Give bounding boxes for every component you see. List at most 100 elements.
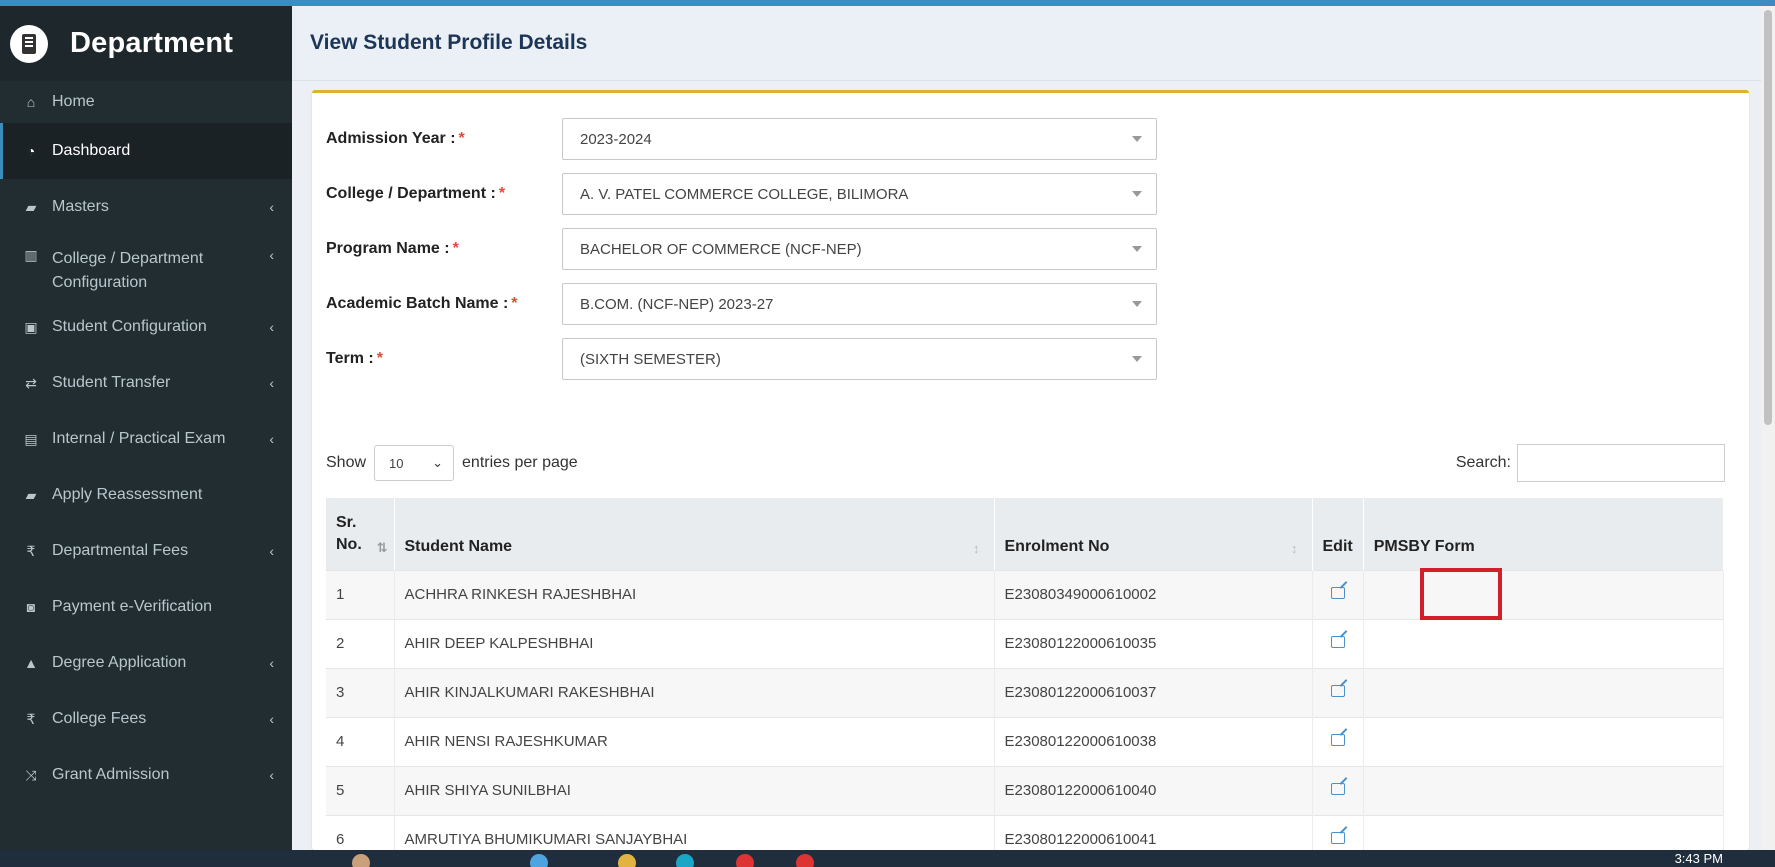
app-icon[interactable] xyxy=(736,854,754,867)
table-search: Search: xyxy=(1456,444,1725,482)
app-icon[interactable] xyxy=(530,854,548,867)
money-icon: ◙ xyxy=(26,599,36,615)
caret-down-icon xyxy=(1132,191,1142,197)
chevron-left-icon: ‹ xyxy=(269,543,274,559)
graduation-cap-icon: ▲ xyxy=(24,655,38,671)
program-name-select[interactable]: BACHELOR OF COMMERCE (NCF-NEP) xyxy=(562,228,1157,270)
edit-icon[interactable] xyxy=(1330,734,1345,746)
cell-pmsby-form xyxy=(1363,618,1725,668)
page-length-select[interactable]: 10 ⌄ xyxy=(374,445,455,481)
cell-enrolment-no: E23080122000610040 xyxy=(994,765,1313,815)
cell-edit xyxy=(1312,618,1364,668)
academic-batch-select[interactable]: B.COM. (NCF-NEP) 2023-27 xyxy=(562,283,1157,325)
edit-icon[interactable] xyxy=(1330,587,1345,599)
term-select[interactable]: (SIXTH SEMESTER) xyxy=(562,338,1157,380)
entries-label: entries per page xyxy=(462,454,578,471)
sidebar-item-grant-admission[interactable]: ⤨ Grant Admission ‹ xyxy=(0,747,292,803)
sidebar-item-label: Student Configuration xyxy=(52,318,207,335)
sidebar-item-label: Payment e-Verification xyxy=(52,598,213,615)
brand[interactable]: Department xyxy=(0,6,292,81)
search-input[interactable] xyxy=(1517,444,1725,482)
page-title: View Student Profile Details xyxy=(310,31,588,54)
chevron-down-icon: ⌄ xyxy=(432,455,444,470)
sidebar-item-college-fees[interactable]: ₹ College Fees ‹ xyxy=(0,691,292,747)
column-header-student-name[interactable]: Student Name ↕ xyxy=(394,498,995,570)
building-logo-icon xyxy=(10,24,48,63)
random-icon: ⤨ xyxy=(25,766,37,783)
user-avatar-icon[interactable] xyxy=(352,854,370,867)
cell-student-name: AHIR NENSI RAJESHKUMAR xyxy=(394,716,995,766)
sidebar-item-dashboard[interactable]: ◔ Dashboard xyxy=(0,123,292,179)
home-icon: ⌂ xyxy=(26,94,36,110)
sidebar-item-payment-e-verification[interactable]: ◙ Payment e-Verification xyxy=(0,579,292,635)
sidebar-item-home[interactable]: ⌂ Home xyxy=(0,81,292,123)
table-row: 1 ACHHRA RINKESH RAJESHBHAI E2308034900061… xyxy=(326,569,1725,619)
admission-year-row: Admission Year : * 2023-2024 xyxy=(326,118,1157,160)
edit-icon[interactable] xyxy=(1330,636,1345,648)
sidebar-item-degree-application[interactable]: ▲ Degree Application ‹ xyxy=(0,635,292,691)
cell-sr-no: 3 xyxy=(326,667,395,717)
column-header-sr-no[interactable]: Sr. No. ⇅ xyxy=(326,498,395,570)
edit-highlight-box xyxy=(1420,568,1502,620)
folder-icon[interactable] xyxy=(618,854,636,867)
table-row: 4 AHIR NENSI RAJESHKUMAR E2308012200061003… xyxy=(326,716,1725,766)
sidebar-item-departmental-fees[interactable]: ₹ Departmental Fees ‹ xyxy=(0,523,292,579)
cell-edit xyxy=(1312,765,1364,815)
cell-enrolment-no: E23080349000610002 xyxy=(994,569,1313,619)
edit-icon[interactable] xyxy=(1330,832,1345,845)
chevron-left-icon: ‹ xyxy=(269,247,274,263)
sidebar-item-label: Student Transfer xyxy=(52,374,171,391)
chevron-left-icon: ‹ xyxy=(269,655,274,671)
chevron-left-icon: ‹ xyxy=(269,319,274,335)
edit-icon[interactable] xyxy=(1330,685,1345,697)
chevron-left-icon: ‹ xyxy=(269,375,274,391)
sidebar-item-masters[interactable]: ▰ Masters ‹ xyxy=(0,179,292,235)
book-icon: ▰ xyxy=(25,486,37,503)
admission-year-select[interactable]: 2023-2024 xyxy=(562,118,1157,160)
academic-batch-row: Academic Batch Name : * B.COM. (NCF-NEP) … xyxy=(326,283,1157,325)
app-icon[interactable] xyxy=(676,854,694,867)
table-row: 5 AHIR SHIYA SUNILBHAI E23080122000610040 xyxy=(326,765,1725,815)
sort-asc-icon: ⇅ xyxy=(376,539,388,555)
sidebar-item-college-department-configuration[interactable]: ▥ College / Department Configuration ‹ xyxy=(0,235,292,299)
book-icon: ▰ xyxy=(25,198,37,215)
cell-enrolment-no: E23080122000610038 xyxy=(994,716,1313,766)
app-icon[interactable] xyxy=(796,854,814,867)
sidebar-item-apply-reassessment[interactable]: ▰ Apply Reassessment xyxy=(0,467,292,523)
column-header-enrolment-no[interactable]: Enrolment No ↕ xyxy=(994,498,1313,570)
cell-student-name: AHIR KINJALKUMARI RAKESHBHAI xyxy=(394,667,995,717)
table-row: 3 AHIR KINJALKUMARI RAKESHBHAI E2308012200… xyxy=(326,667,1725,717)
sidebar-item-student-configuration[interactable]: ▣ Student Configuration ‹ xyxy=(0,299,292,355)
sidebar-item-internal-practical-exam[interactable]: ▤ Internal / Practical Exam ‹ xyxy=(0,411,292,467)
sidebar-item-student-transfer[interactable]: ⇄ Student Transfer ‹ xyxy=(0,355,292,411)
page-scrollbar[interactable] xyxy=(1761,6,1775,850)
brand-title: Department xyxy=(70,27,234,59)
column-header-pmsby-form: PMSBY Form xyxy=(1363,498,1725,570)
scrollbar-thumb[interactable] xyxy=(1764,10,1772,425)
table-body: 1 ACHHRA RINKESH RAJESHBHAI E2308034900061… xyxy=(326,569,1725,864)
sidebar-item-label: College / Department Configuration xyxy=(52,250,204,291)
chevron-left-icon: ‹ xyxy=(269,711,274,727)
chevron-left-icon: ‹ xyxy=(269,431,274,447)
id-card-icon: ▣ xyxy=(24,318,38,335)
sidebar-item-label: Masters xyxy=(52,198,109,215)
program-name-label: Program Name : * xyxy=(326,240,459,257)
college-department-select[interactable]: A. V. PATEL COMMERCE COLLEGE, BILIMORA xyxy=(562,173,1157,215)
chevron-left-icon: ‹ xyxy=(269,199,274,215)
academic-batch-label: Academic Batch Name : * xyxy=(326,295,518,312)
sort-icon: ↕ xyxy=(973,540,980,556)
cell-sr-no: 2 xyxy=(326,618,395,668)
student-table: Sr. No. ⇅ Student Name ↕ Enrolment No ↕ Edi… xyxy=(326,498,1725,864)
chevron-left-icon: ‹ xyxy=(269,767,274,783)
page-header: View Student Profile Details xyxy=(292,6,1775,81)
sidebar-item-label: Apply Reassessment xyxy=(52,486,203,503)
dashboard-icon: ◔ xyxy=(26,143,36,159)
admission-year-label: Admission Year : * xyxy=(326,130,465,147)
sidebar-item-label: Degree Application xyxy=(52,654,187,671)
cell-pmsby-form xyxy=(1363,716,1725,766)
program-name-row: Program Name : * BACHELOR OF COMMERCE (NC… xyxy=(326,228,1157,270)
os-taskbar: 3:43 PM xyxy=(0,850,1775,867)
edit-icon[interactable] xyxy=(1330,783,1345,795)
college-department-row: College / Department : * A. V. PATEL COMM… xyxy=(326,173,1157,215)
sidebar-item-label: College Fees xyxy=(52,710,147,727)
